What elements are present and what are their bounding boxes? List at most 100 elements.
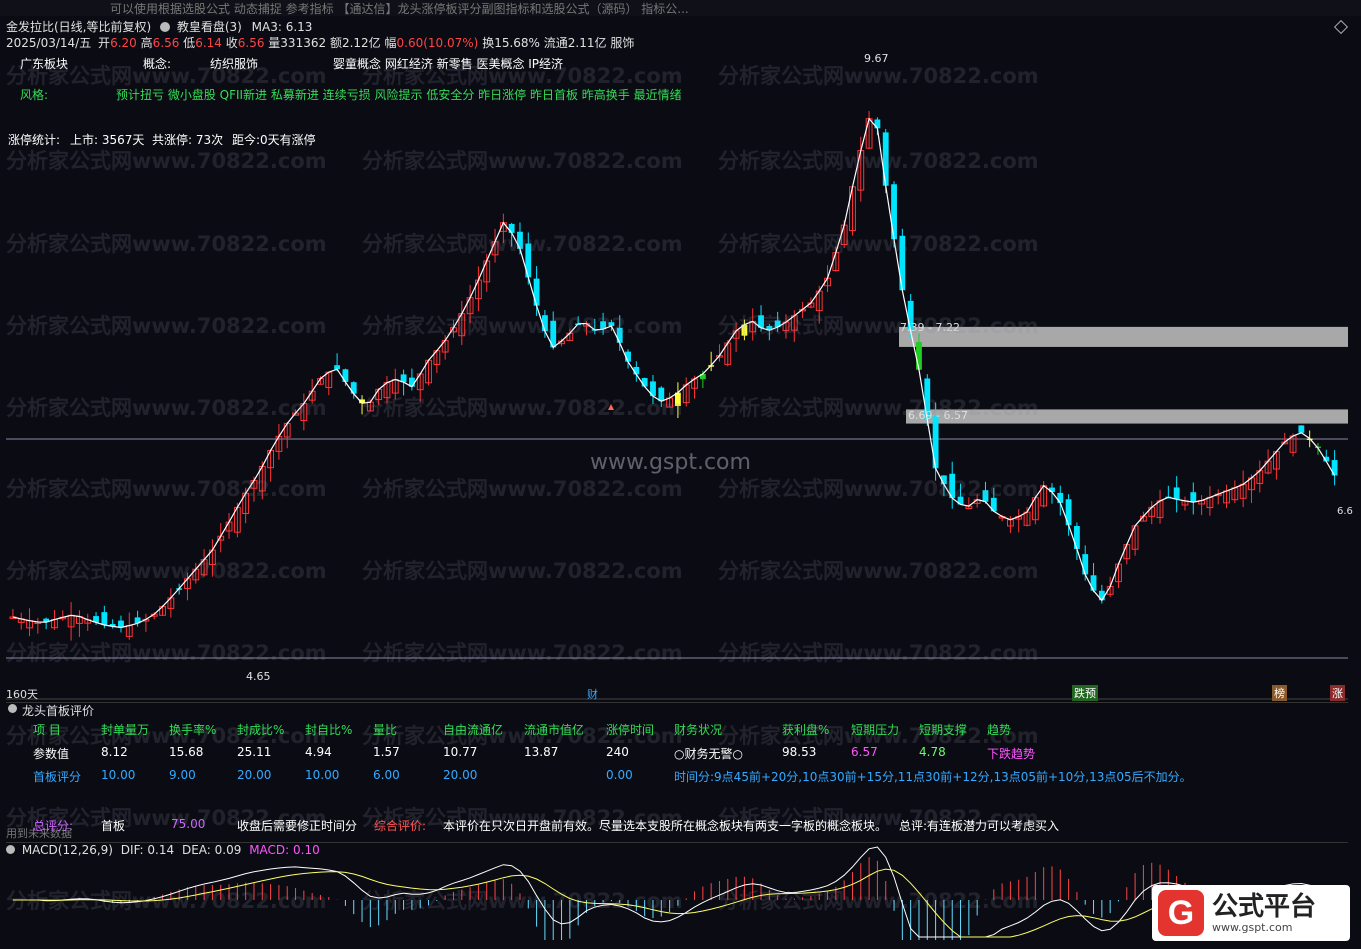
panel-cell: 封单量万 [101, 723, 150, 737]
panel-cell: 趋势 [987, 723, 1012, 737]
time-correction-note: 收盘后需要修正时间分 [237, 819, 358, 833]
panel-cell: 自由流通亿 [443, 723, 504, 737]
candle [1223, 484, 1230, 509]
candle [1298, 425, 1305, 434]
panel-cell: 涨停时间 [606, 723, 655, 737]
panel-cell: 0.00 [606, 768, 633, 782]
candle [732, 322, 740, 352]
panel-cell: 13.87 [524, 745, 559, 759]
candle [658, 386, 665, 407]
panel-cell: 下跌趋势 [987, 747, 1036, 761]
marker-diegu: 跌预 [1072, 685, 1098, 701]
candle [957, 483, 964, 505]
panel-cell: 10.77 [443, 745, 478, 759]
evaluation-panel: 龙头首板评价 项 目 封单量万 换手率% 封成比% 封自比% 量比 自由流通亿 流通市值亿 涨停… [6, 702, 1348, 840]
logo-url: www.gspt.com [1212, 920, 1293, 934]
candle [849, 186, 856, 236]
candle [650, 374, 656, 404]
candle [1331, 450, 1338, 486]
candle [466, 284, 474, 324]
candle [1156, 489, 1164, 524]
marker-cai: 财 [587, 688, 598, 701]
candle [1190, 482, 1197, 515]
candle [1115, 562, 1122, 589]
candle [1165, 485, 1172, 499]
candle [217, 523, 225, 553]
panel-cell: 20.00 [237, 768, 272, 782]
candle [1049, 483, 1055, 504]
eval-text: 本评价在只次日开盘前有效。尽量选本支股所在概念板块有两支一字板的概念板块。 [443, 819, 888, 833]
candle [1148, 501, 1156, 525]
candle [391, 368, 399, 400]
panel-cell: 项 目 [33, 723, 61, 737]
panel-cell: 首板评分 [33, 770, 82, 784]
candle [666, 392, 674, 408]
candle [300, 393, 308, 431]
candle [383, 375, 391, 404]
resistance-zone-1-label: 7.39 - 7.22 [900, 321, 960, 334]
panel-collapse-icon[interactable] [8, 704, 17, 713]
board-type: 首板 [101, 819, 126, 833]
panel-cell: 流通市值亿 [524, 723, 585, 737]
candle [1231, 480, 1239, 504]
candle [43, 617, 50, 630]
candle [1256, 460, 1264, 493]
days-count: 160天 [6, 688, 38, 701]
candle [774, 311, 781, 332]
panel-cell: ○财务无警○ [674, 747, 743, 761]
panel-cell: 量比 [373, 723, 398, 737]
candle [26, 608, 33, 637]
total-label: 总评分: [33, 819, 74, 833]
macd-chart[interactable] [6, 842, 1348, 942]
panel-cell: 10.00 [101, 768, 136, 782]
candle [59, 610, 67, 621]
top-strip: 可以使用根据选股公式 动态捕捉 参考指标 【通达信】龙头涨停板评分副图指标和选股… [0, 0, 1361, 16]
panel-cell: 1.57 [373, 745, 400, 759]
panel-cell: 6.57 [851, 745, 878, 759]
candle [142, 613, 150, 632]
candle [450, 320, 457, 338]
panel-cell: 20.00 [443, 768, 478, 782]
low-price-label: 4.65 [246, 670, 271, 683]
candle [1198, 495, 1206, 516]
candle [325, 371, 333, 396]
candle [1031, 495, 1039, 525]
last-price-label: 6.6 [1337, 506, 1353, 517]
candle [616, 315, 623, 351]
candle [600, 312, 607, 335]
panel-cell: 240 [606, 745, 629, 759]
candle [1173, 476, 1180, 513]
panel-cell: 15.68 [169, 745, 204, 759]
resistance-zone-2 [906, 409, 1348, 424]
candle [899, 228, 906, 292]
panel-cell: 参数值 [33, 747, 70, 761]
panel-cell: 短期压力 [851, 723, 900, 737]
panel-cell: 换手率% [169, 723, 217, 737]
candle [34, 617, 42, 634]
candle [990, 487, 997, 512]
candle [782, 314, 790, 339]
candle [982, 481, 989, 504]
candle [1123, 543, 1131, 565]
candle [1273, 451, 1280, 480]
candle [17, 612, 25, 630]
panel-cell: 98.53 [782, 745, 817, 759]
candle [334, 353, 341, 372]
summary-text: 总评:有连板潜力可以考虑买入 [899, 819, 1060, 833]
panel-cell: 8.12 [101, 745, 128, 759]
panel-cell: 25.11 [237, 745, 272, 759]
panel-cell: 6.00 [373, 768, 400, 782]
candle [441, 335, 449, 360]
high-price-label: 9.67 [864, 52, 889, 65]
candle [359, 395, 365, 415]
candle [84, 613, 92, 631]
candle [949, 461, 956, 509]
marker-bang: 榜 [1272, 685, 1287, 701]
candlestick-chart[interactable] [6, 18, 1348, 700]
candle [1214, 489, 1222, 505]
resistance-zone-1 [899, 326, 1348, 347]
candle [1181, 496, 1189, 511]
logo-g-icon: G [1158, 890, 1204, 936]
candle [941, 475, 947, 497]
time-rule: 时间分:9点45前+20分,10点30前+15分,11点30前+12分,13点0… [674, 770, 1192, 784]
